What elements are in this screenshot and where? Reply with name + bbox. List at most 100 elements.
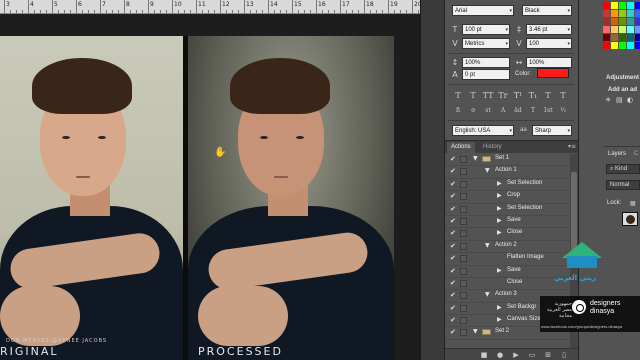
text-color-swatch[interactable] [537,68,569,78]
include-checkmark-icon[interactable]: ✔ [450,180,456,188]
scrollbar-thumb[interactable] [571,172,577,252]
type-style-button[interactable]: TT [482,90,494,101]
dialog-toggle[interactable] [460,230,467,238]
blend-mode-select[interactable]: Normal [606,180,640,190]
opentype-button[interactable]: ơ [467,105,479,116]
kerning-field[interactable]: Metrics ▾ [462,38,510,49]
include-checkmark-icon[interactable]: ✔ [450,328,456,336]
collapse-arrow-icon[interactable]: ▼ [473,328,478,335]
action-step-row[interactable]: ✔ ▶ Save [445,266,571,278]
include-checkmark-icon[interactable]: ✔ [450,217,456,225]
opentype-button[interactable]: st [482,105,494,116]
play-icon[interactable]: ▶ [511,350,521,360]
color-swatch[interactable] [627,18,634,25]
color-swatch[interactable] [619,2,626,9]
adjustment-preset-icon[interactable]: ◐ [627,96,633,104]
include-checkmark-icon[interactable]: ✔ [450,167,456,175]
document-canvas[interactable]: DON MERVES @RENEE JACOBS RIGINAL PROCESS… [0,14,420,360]
dialog-toggle[interactable] [460,279,467,287]
dialog-toggle[interactable] [460,292,467,300]
include-checkmark-icon[interactable]: ✔ [450,205,456,213]
color-swatch[interactable] [635,34,640,41]
color-swatch[interactable] [611,26,618,33]
action-step-row[interactable]: ✔ ▶ Close [445,228,571,241]
opentype-button[interactable]: ād [512,105,524,116]
font-style-select[interactable]: Black ▾ [522,5,572,16]
opentype-button[interactable]: A [497,105,509,116]
type-style-button[interactable]: Tr [497,90,509,101]
dialog-toggle[interactable] [460,156,467,163]
color-swatch[interactable] [619,10,626,17]
trash-icon[interactable]: ▯ [559,350,569,360]
type-style-button[interactable]: T¹ [512,90,524,101]
include-checkmark-icon[interactable]: ✔ [450,254,456,262]
action-step-row[interactable]: ✔ ▶ Save [445,216,571,229]
include-checkmark-icon[interactable]: ✔ [450,279,456,287]
horizontal-scale-field[interactable]: 100% [526,57,572,68]
color-swatch[interactable] [611,42,618,49]
action-step-row[interactable]: ✔ Close [445,278,571,291]
color-swatch[interactable] [619,26,626,33]
record-icon[interactable]: ● [495,350,505,360]
color-swatch[interactable] [627,42,634,49]
color-swatch[interactable] [603,26,610,33]
stop-icon[interactable]: ■ [479,350,489,360]
tab-history[interactable]: History [479,142,506,153]
expand-arrow-icon[interactable]: ▶ [497,192,502,199]
color-swatch[interactable] [635,26,640,33]
dialog-toggle[interactable] [460,180,467,188]
dialog-toggle[interactable] [460,217,467,225]
vertical-scale-field[interactable]: 100% [462,57,510,68]
include-checkmark-icon[interactable]: ✔ [450,304,456,312]
color-swatch[interactable] [603,18,610,25]
adjustment-preset-icon[interactable]: ▤ [616,96,623,104]
color-swatch[interactable] [603,2,610,9]
leading-field[interactable]: 3.46 pt ▾ [526,24,572,35]
color-swatch[interactable] [635,10,640,17]
color-swatch[interactable] [635,2,640,9]
color-swatch[interactable] [619,34,626,41]
action-step-row[interactable]: ✔ ▶ Set Selection [445,179,571,192]
action-step-row[interactable]: ✔ Flatten Image [445,253,571,266]
color-swatch[interactable] [603,10,610,17]
expand-arrow-icon[interactable]: ▶ [497,229,502,236]
collapse-arrow-icon[interactable]: ▼ [485,242,490,249]
dialog-toggle[interactable] [460,304,467,312]
opentype-button[interactable]: 1st [542,105,554,116]
channels-tab[interactable]: C [634,151,638,157]
lock-pixels-icon[interactable]: ▦ [630,200,636,207]
dialog-toggle[interactable] [460,329,467,337]
layers-tab[interactable]: Layers [608,151,626,157]
color-swatch[interactable] [611,2,618,9]
color-swatch[interactable] [627,2,634,9]
type-style-button[interactable]: T [542,90,554,101]
color-swatch[interactable] [611,34,618,41]
adjustment-preset-icon[interactable]: ☀ [605,96,611,104]
panel-menu-icon[interactable]: ▾≡ [568,143,576,150]
expand-arrow-icon[interactable]: ▶ [497,180,502,187]
tab-actions[interactable]: Actions [447,142,475,153]
color-swatch[interactable] [619,42,626,49]
type-style-button[interactable]: T [467,90,479,101]
action-row[interactable]: ✔ ▼ Action 2 [445,241,571,254]
type-style-button[interactable]: T [452,90,464,101]
color-swatch[interactable] [627,34,634,41]
expand-arrow-icon[interactable]: ▶ [497,205,502,212]
expand-arrow-icon[interactable]: ▶ [497,304,502,311]
include-checkmark-icon[interactable]: ✔ [450,291,456,299]
color-swatch[interactable] [619,18,626,25]
color-swatch[interactable] [627,10,634,17]
include-checkmark-icon[interactable]: ✔ [450,229,456,237]
dialog-toggle[interactable] [460,168,467,176]
include-checkmark-icon[interactable]: ✔ [450,267,456,275]
dialog-toggle[interactable] [460,267,467,275]
opentype-button[interactable]: T [527,105,539,116]
action-step-row[interactable]: ✔ ▶ Crop [445,191,571,204]
color-swatch[interactable] [611,18,618,25]
opentype-button[interactable]: fi [452,105,464,116]
color-swatch[interactable] [611,10,618,17]
dialog-toggle[interactable] [460,205,467,213]
baseline-shift-field[interactable]: 0 pt [462,69,510,80]
collapse-arrow-icon[interactable]: ▼ [485,167,490,174]
action-step-row[interactable]: ✔ ▶ Set Selection [445,204,571,216]
